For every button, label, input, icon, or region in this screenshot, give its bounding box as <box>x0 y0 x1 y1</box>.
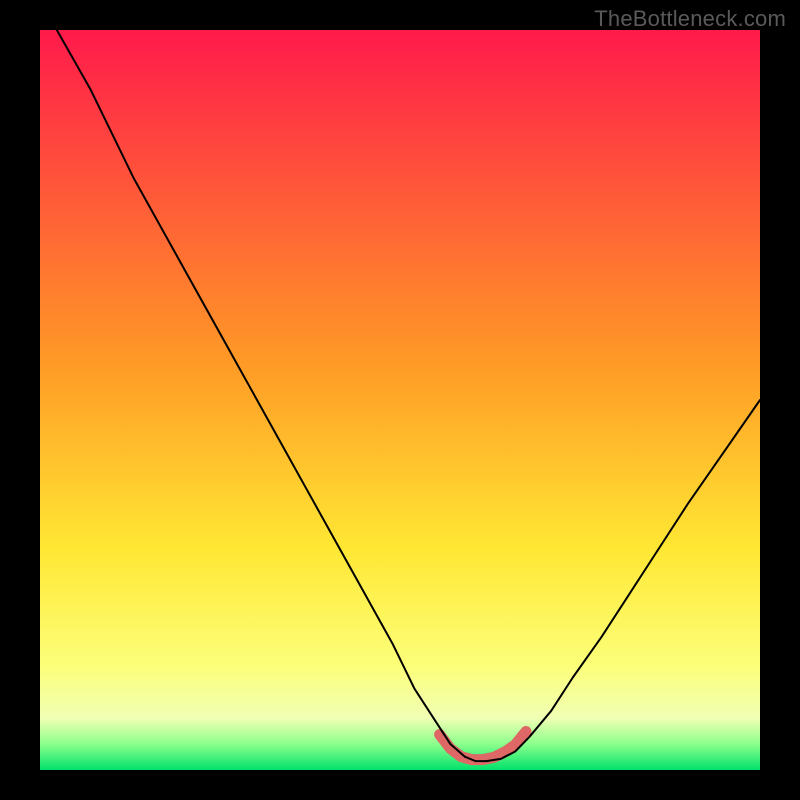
chart-svg <box>0 0 800 800</box>
chart-stage: TheBottleneck.com <box>0 0 800 800</box>
